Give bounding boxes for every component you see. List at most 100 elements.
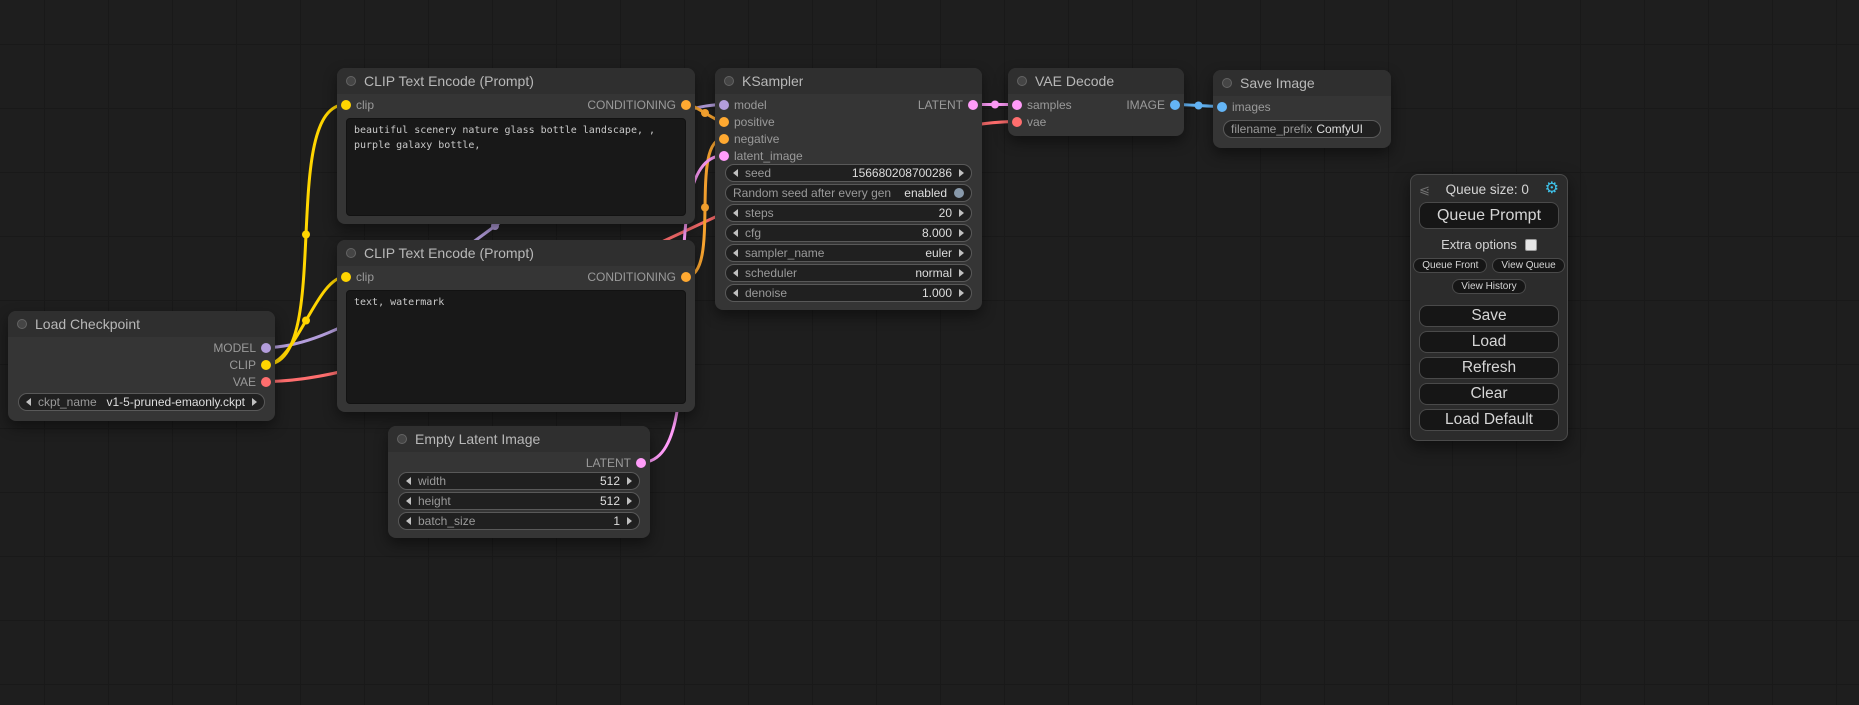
latent-output-dot[interactable] [968, 100, 978, 110]
node-vae-decode[interactable]: VAE Decode samples IMAGE vae [1008, 68, 1184, 136]
steps-widget[interactable]: steps 20 [725, 204, 972, 222]
decrement-arrow-icon[interactable] [733, 169, 738, 177]
image-output-dot[interactable] [1170, 100, 1180, 110]
widget-value: ComfyUI [1316, 122, 1363, 136]
sampler-name-widget[interactable]: sampler_name euler [725, 244, 972, 262]
settings-gear-icon[interactable]: ⚙ [1545, 181, 1559, 197]
queue-menu-panel: ⩿ Queue size: 0 ⚙ Queue Prompt Extra opt… [1410, 174, 1568, 441]
collapse-toggle-icon[interactable] [724, 76, 734, 86]
next-arrow-icon[interactable] [959, 249, 964, 257]
output-label: IMAGE [1126, 98, 1165, 112]
images-input-dot[interactable] [1217, 102, 1227, 112]
drag-handle-icon[interactable]: ⩿ [1419, 183, 1430, 196]
latent-output-dot[interactable] [636, 458, 646, 468]
decrement-arrow-icon[interactable] [733, 229, 738, 237]
decrement-arrow-icon[interactable] [406, 477, 411, 485]
output-slot-latent: LATENT [388, 454, 650, 471]
height-widget[interactable]: height 512 [398, 492, 640, 510]
node-save-image[interactable]: Save Image images filename_prefix ComfyU… [1213, 70, 1391, 148]
prev-arrow-icon[interactable] [733, 269, 738, 277]
collapse-toggle-icon[interactable] [1222, 78, 1232, 88]
next-arrow-icon[interactable] [959, 289, 964, 297]
output-slot-latent: LATENT [715, 96, 982, 113]
widget-value: 512 [600, 494, 620, 508]
positive-prompt-textarea[interactable]: beautiful scenery nature glass bottle la… [346, 118, 686, 216]
input-slot-negative: negative [715, 130, 982, 147]
node-load-checkpoint[interactable]: Load Checkpoint MODEL CLIP VAE ckpt_name… [8, 311, 275, 421]
node-clip-text-encode-positive[interactable]: CLIP Text Encode (Prompt) clip CONDITION… [337, 68, 695, 224]
conditioning-output-dot[interactable] [681, 272, 691, 282]
output-slot-image: IMAGE [1008, 96, 1184, 113]
node-title-bar[interactable]: CLIP Text Encode (Prompt) [337, 68, 695, 94]
positive-input-dot[interactable] [719, 117, 729, 127]
clip-output-dot[interactable] [261, 360, 271, 370]
collapse-toggle-icon[interactable] [1017, 76, 1027, 86]
toggle-knob-icon[interactable] [954, 188, 964, 198]
next-arrow-icon[interactable] [252, 398, 257, 406]
queue-prompt-button[interactable]: Queue Prompt [1419, 202, 1559, 229]
prev-arrow-icon[interactable] [733, 249, 738, 257]
model-output-dot[interactable] [261, 343, 271, 353]
collapse-toggle-icon[interactable] [397, 434, 407, 444]
wire-midpoint-dot [1195, 102, 1203, 110]
prev-arrow-icon[interactable] [26, 398, 31, 406]
width-widget[interactable]: width 512 [398, 472, 640, 490]
extra-options-checkbox[interactable] [1525, 239, 1537, 251]
menu-header: ⩿ Queue size: 0 ⚙ [1411, 175, 1567, 200]
load-default-button[interactable]: Load Default [1419, 409, 1559, 431]
vae-output-dot[interactable] [261, 377, 271, 387]
decrement-arrow-icon[interactable] [733, 289, 738, 297]
collapse-toggle-icon[interactable] [346, 248, 356, 258]
cfg-widget[interactable]: cfg 8.000 [725, 224, 972, 242]
extra-options-row: Extra options [1411, 237, 1567, 252]
save-button[interactable]: Save [1419, 305, 1559, 327]
decrement-arrow-icon[interactable] [406, 497, 411, 505]
view-history-button[interactable]: View History [1452, 279, 1525, 294]
increment-arrow-icon[interactable] [959, 229, 964, 237]
increment-arrow-icon[interactable] [627, 497, 632, 505]
node-ksampler[interactable]: KSampler model LATENT positive negative … [715, 68, 982, 310]
decrement-arrow-icon[interactable] [406, 517, 411, 525]
collapse-toggle-icon[interactable] [346, 76, 356, 86]
node-title-bar[interactable]: Save Image [1213, 70, 1391, 96]
random-seed-toggle-widget[interactable]: Random seed after every gen enabled [725, 184, 972, 202]
node-title-bar[interactable]: Empty Latent Image [388, 426, 650, 452]
vae-input-dot[interactable] [1012, 117, 1022, 127]
load-button[interactable]: Load [1419, 331, 1559, 353]
ckpt-name-widget[interactable]: ckpt_name v1-5-pruned-emaonly.ckpt [18, 393, 265, 411]
output-label: LATENT [918, 98, 963, 112]
node-title-bar[interactable]: KSampler [715, 68, 982, 94]
node-title: KSampler [742, 73, 803, 89]
conditioning-output-dot[interactable] [681, 100, 691, 110]
denoise-widget[interactable]: denoise 1.000 [725, 284, 972, 302]
output-slot-conditioning: CONDITIONING [337, 96, 695, 113]
node-empty-latent-image[interactable]: Empty Latent Image LATENT width 512 heig… [388, 426, 650, 538]
negative-input-dot[interactable] [719, 134, 729, 144]
collapse-toggle-icon[interactable] [17, 319, 27, 329]
widget-value: 1 [613, 514, 620, 528]
node-title-bar[interactable]: VAE Decode [1008, 68, 1184, 94]
queue-actions-row: Queue Front View Queue [1411, 258, 1567, 273]
increment-arrow-icon[interactable] [959, 169, 964, 177]
view-queue-button[interactable]: View Queue [1492, 258, 1564, 273]
widget-name: ckpt_name [38, 395, 97, 409]
decrement-arrow-icon[interactable] [733, 209, 738, 217]
increment-arrow-icon[interactable] [627, 517, 632, 525]
next-arrow-icon[interactable] [959, 269, 964, 277]
node-title-bar[interactable]: Load Checkpoint [8, 311, 275, 337]
node-title: Save Image [1240, 75, 1315, 91]
refresh-button[interactable]: Refresh [1419, 357, 1559, 379]
seed-widget[interactable]: seed 156680208700286 [725, 164, 972, 182]
node-clip-text-encode-negative[interactable]: CLIP Text Encode (Prompt) clip CONDITION… [337, 240, 695, 412]
clear-button[interactable]: Clear [1419, 383, 1559, 405]
negative-prompt-textarea[interactable]: text, watermark [346, 290, 686, 404]
queue-front-button[interactable]: Queue Front [1413, 258, 1487, 273]
scheduler-widget[interactable]: scheduler normal [725, 264, 972, 282]
node-title-bar[interactable]: CLIP Text Encode (Prompt) [337, 240, 695, 266]
filename-prefix-widget[interactable]: filename_prefix ComfyUI [1223, 120, 1381, 138]
latent-image-input-dot[interactable] [719, 151, 729, 161]
increment-arrow-icon[interactable] [627, 477, 632, 485]
output-slot-model: MODEL [8, 339, 275, 356]
increment-arrow-icon[interactable] [959, 209, 964, 217]
batch-size-widget[interactable]: batch_size 1 [398, 512, 640, 530]
